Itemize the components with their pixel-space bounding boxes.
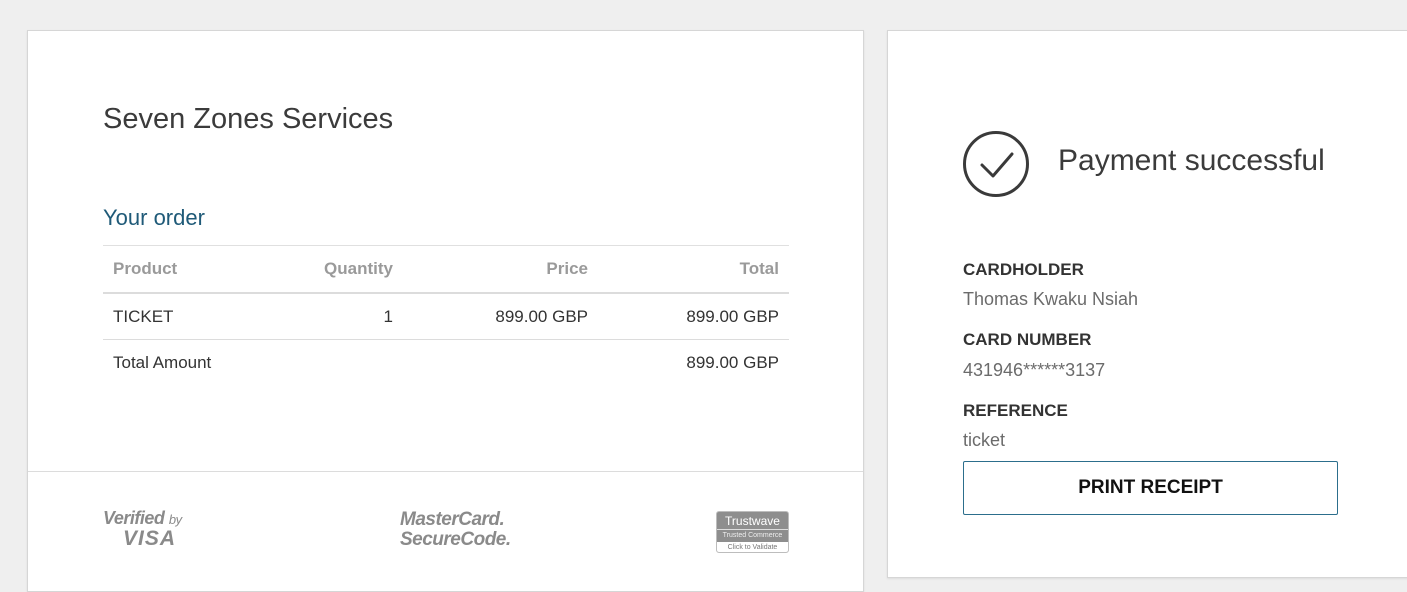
item-quantity: 1 xyxy=(273,293,403,340)
card-number-value: 431946******3137 xyxy=(963,360,1106,380)
order-card: Seven Zones Services Your order Product … xyxy=(27,30,864,592)
item-price: 899.00 GBP xyxy=(403,293,598,340)
item-product: TICKET xyxy=(103,293,273,340)
verified-by-visa-logo: Verified by VISA xyxy=(103,509,182,549)
total-amount-value: 899.00 GBP xyxy=(686,352,779,372)
click-to-validate-text: Click to Validate xyxy=(717,542,788,552)
mastercard-text: MasterCard. xyxy=(400,509,505,530)
print-receipt-button[interactable]: PRINT RECEIPT xyxy=(963,461,1338,515)
column-total: Total xyxy=(598,245,789,294)
column-quantity: Quantity xyxy=(273,245,403,294)
total-amount-label: Total Amount xyxy=(113,352,212,372)
by-text: by xyxy=(168,512,182,527)
footer-divider xyxy=(28,471,863,472)
card-number-label: CARD NUMBER xyxy=(963,330,1092,349)
trusted-commerce-text: Trusted Commerce xyxy=(717,529,788,539)
reference-value: ticket xyxy=(963,430,1006,450)
column-product: Product xyxy=(103,245,273,294)
item-total: 899.00 GBP xyxy=(598,293,789,340)
merchant-name: Seven Zones Services xyxy=(103,103,394,135)
mastercard-securecode-logo: MasterCard. SecureCode. xyxy=(400,510,511,550)
reference-label: REFERENCE xyxy=(963,401,1068,420)
securecode-text: SecureCode. xyxy=(400,529,511,550)
payment-status-card: Payment successful CARDHOLDER Thomas Kwa… xyxy=(887,30,1407,578)
order-table: Product Quantity Price Total TICKET 1 89… xyxy=(103,245,789,385)
payment-status-title: Payment successful xyxy=(1058,144,1325,177)
verified-text: Verified xyxy=(103,508,165,528)
cardholder-value: Thomas Kwaku Nsiah xyxy=(963,289,1139,309)
order-heading: Your order xyxy=(103,205,205,230)
cardholder-label: CARDHOLDER xyxy=(963,260,1084,279)
checkmark-circle-icon xyxy=(963,131,1029,197)
trustwave-text: Trustwave xyxy=(725,514,780,528)
column-price: Price xyxy=(403,245,598,294)
order-table-header: Product Quantity Price Total xyxy=(103,245,789,294)
trustwave-badge[interactable]: Trustwave Trusted Commerce Click to Vali… xyxy=(716,511,789,553)
table-row: TICKET 1 899.00 GBP 899.00 GBP xyxy=(103,293,789,340)
total-row: Total Amount 899.00 GBP xyxy=(103,340,789,386)
visa-text: VISA xyxy=(123,527,177,550)
